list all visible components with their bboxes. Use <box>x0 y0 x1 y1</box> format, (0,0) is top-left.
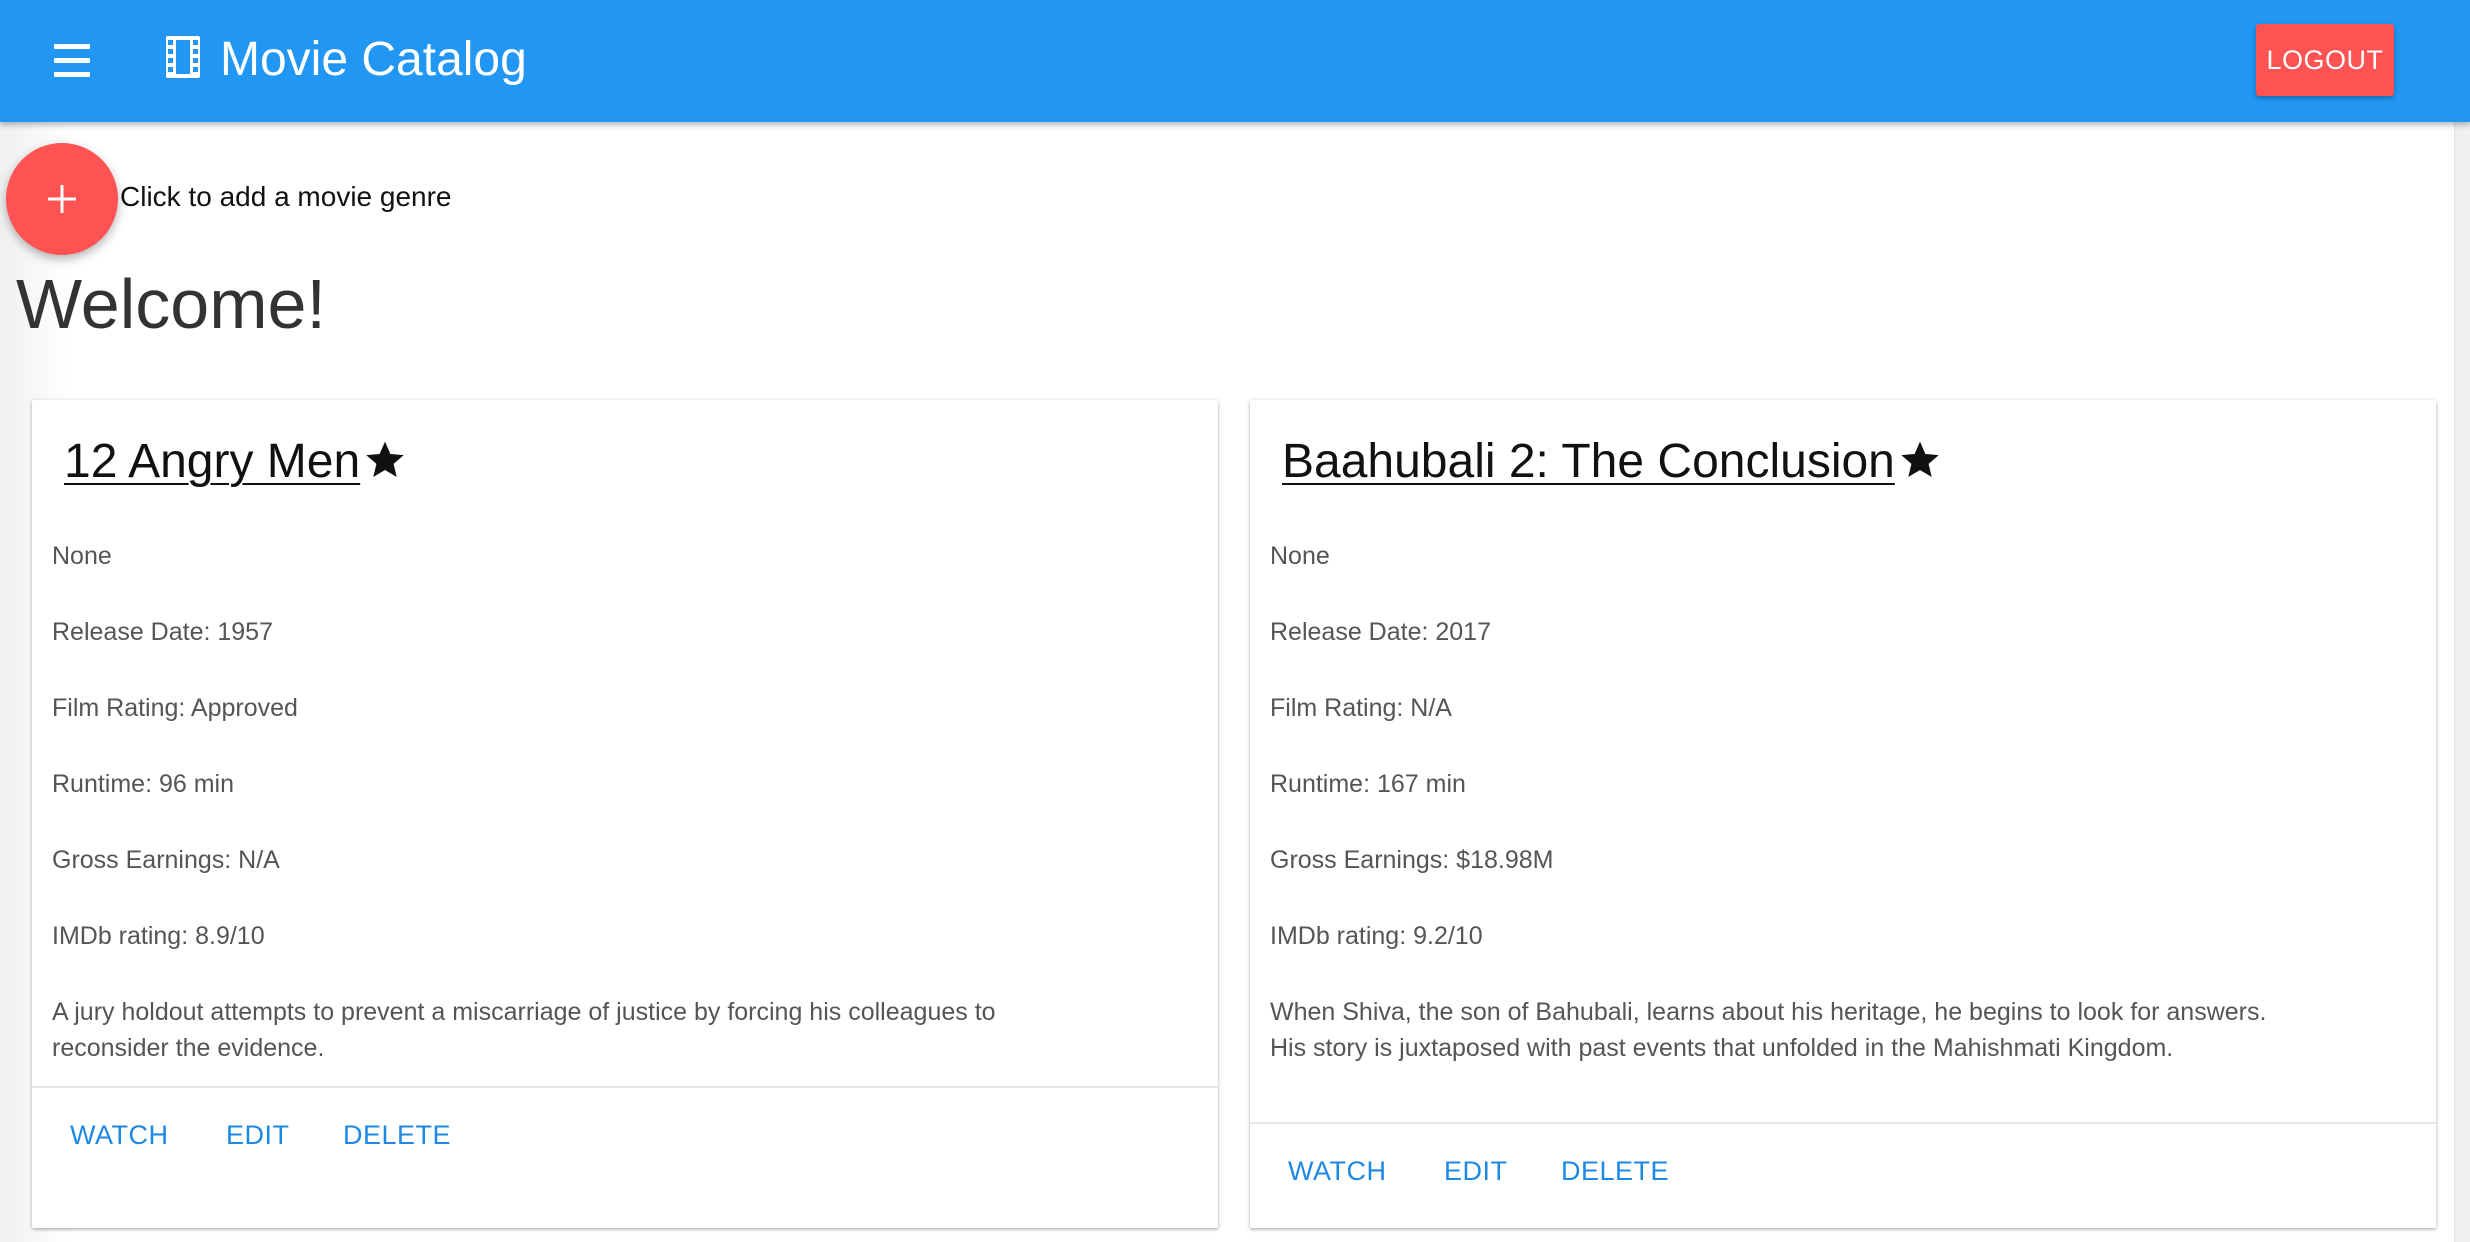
star-icon[interactable] <box>1899 439 1941 481</box>
add-genre-label: Click to add a movie genre <box>120 181 452 212</box>
edit-button[interactable]: EDIT <box>1444 1154 1508 1188</box>
movie-title-link[interactable]: Baahubali 2: The Conclusion <box>1282 435 1895 488</box>
card-actions: WATCH EDIT DELETE <box>32 1086 1218 1150</box>
logout-button[interactable]: LOGOUT <box>2256 24 2394 96</box>
delete-button[interactable]: DELETE <box>343 1118 451 1152</box>
menu-icon[interactable] <box>46 36 96 86</box>
app-bar: Movie Catalog LOGOUT <box>0 0 2470 122</box>
delete-button[interactable]: DELETE <box>1561 1154 1669 1188</box>
movie-release-date: Release Date: 1957 <box>52 618 273 646</box>
movie-card: Baahubali 2: The Conclusion None Release… <box>1250 400 2436 1228</box>
movie-imdb-rating: IMDb rating: 8.9/10 <box>52 922 265 950</box>
movie-plot: A jury holdout attempts to prevent a mis… <box>52 998 996 1062</box>
add-genre-button[interactable] <box>6 143 118 255</box>
watch-button[interactable]: WATCH <box>1288 1154 1386 1188</box>
movie-film-rating: Film Rating: N/A <box>1270 694 1452 722</box>
movie-title-link[interactable]: 12 Angry Men <box>64 435 360 488</box>
film-icon <box>166 36 200 78</box>
movie-runtime: Runtime: 96 min <box>52 770 235 798</box>
movie-imdb-rating: IMDb rating: 9.2/10 <box>1270 922 1483 950</box>
scrollbar-track[interactable] <box>2454 122 2470 1242</box>
movie-release-date: Release Date: 2017 <box>1270 618 1491 646</box>
movie-film-rating: Film Rating: Approved <box>52 694 298 722</box>
plus-icon <box>48 185 76 213</box>
watch-button[interactable]: WATCH <box>70 1118 168 1152</box>
movie-runtime: Runtime: 167 min <box>1270 770 1466 798</box>
movie-plot: When Shiva, the son of Bahubali, learns … <box>1270 998 2267 1062</box>
star-icon[interactable] <box>364 439 406 481</box>
app-title: Movie Catalog <box>220 33 527 86</box>
movie-genre: None <box>52 542 112 570</box>
movie-genre: None <box>1270 542 1330 570</box>
edit-button[interactable]: EDIT <box>226 1118 290 1152</box>
movie-gross-earnings: Gross Earnings: N/A <box>52 846 280 874</box>
movie-gross-earnings: Gross Earnings: $18.98M <box>1270 846 1554 874</box>
page-title: Welcome! <box>16 265 326 343</box>
card-title-row: 12 Angry Men <box>64 432 406 503</box>
card-title-row: Baahubali 2: The Conclusion <box>1282 432 1941 503</box>
card-actions: WATCH EDIT DELETE <box>1250 1122 2436 1186</box>
movie-card: 12 Angry Men None Release Date: 1957 Fil… <box>32 400 1218 1228</box>
